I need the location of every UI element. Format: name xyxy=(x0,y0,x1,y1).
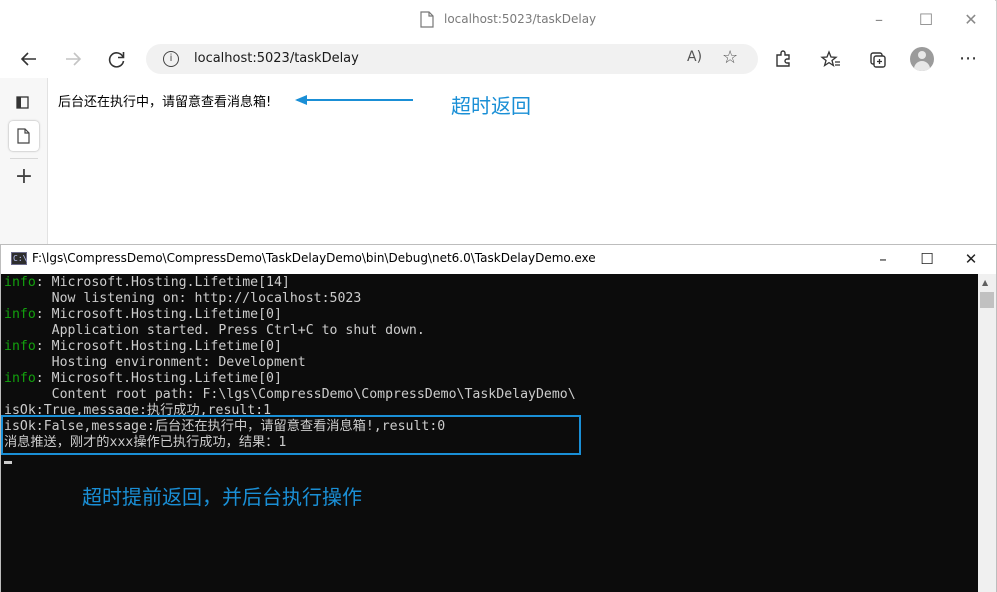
info-icon[interactable]: i xyxy=(163,51,179,67)
console-title: F:\lgs\CompressDemo\CompressDemo\TaskDel… xyxy=(32,251,596,265)
page-tab[interactable] xyxy=(9,121,39,151)
console-line: Now listening on: http://localhost:5023 xyxy=(4,291,362,307)
console-line: info: Microsoft.Hosting.Lifetime[14] xyxy=(4,275,290,291)
add-favorite-icon[interactable]: ☆ xyxy=(722,47,738,68)
page-icon xyxy=(420,11,434,28)
refresh-icon[interactable] xyxy=(102,44,132,74)
close-button[interactable]: ✕ xyxy=(948,6,994,34)
scroll-up-icon[interactable]: ▲ xyxy=(982,278,988,287)
console-line: Application started. Press Ctrl+C to shu… xyxy=(4,323,425,339)
address-url[interactable]: localhost:5023/taskDelay xyxy=(194,51,359,66)
console-line-text: : Microsoft.Hosting.Lifetime[0] xyxy=(35,307,282,322)
response-text: 后台还在执行中，请留意查看消息箱! xyxy=(58,95,272,110)
more-icon[interactable]: ⋯ xyxy=(953,44,983,74)
console-line-text: Now listening on: http://localhost:5023 xyxy=(4,291,362,306)
console-line-text: : Microsoft.Hosting.Lifetime[0] xyxy=(35,371,282,386)
console-line-text: Hosting environment: Development xyxy=(4,355,306,370)
console-minimize-button[interactable]: – xyxy=(860,246,906,272)
console-line: Content root path: F:\lgs\CompressDemo\C… xyxy=(4,387,576,403)
sidebar-divider xyxy=(10,158,38,159)
console-line-text: : Microsoft.Hosting.Lifetime[14] xyxy=(35,275,290,290)
console-app-icon: C:\ xyxy=(11,252,28,265)
console-line: Hosting environment: Development xyxy=(4,355,306,371)
window-title: localhost:5023/taskDelay xyxy=(444,12,597,26)
console-line-text: Application started. Press Ctrl+C to shu… xyxy=(4,323,425,338)
extensions-icon[interactable] xyxy=(768,44,798,74)
log-level-info: info xyxy=(4,275,36,290)
log-level-info: info xyxy=(4,339,36,354)
annotation-top: 超时返回 xyxy=(451,94,531,118)
read-aloud-icon[interactable]: A) xyxy=(687,49,702,65)
highlight-box xyxy=(1,415,581,455)
profile-icon[interactable] xyxy=(910,47,934,71)
tab-actions-icon[interactable] xyxy=(15,94,31,110)
scrollbar-thumb[interactable] xyxy=(980,292,994,308)
forward-icon[interactable] xyxy=(58,44,88,74)
minimize-button[interactable]: – xyxy=(856,6,902,34)
console-line-text: : Microsoft.Hosting.Lifetime[0] xyxy=(35,339,282,354)
console-line: info: Microsoft.Hosting.Lifetime[0] xyxy=(4,371,282,387)
console-close-button[interactable]: ✕ xyxy=(948,246,994,272)
annotation-bottom: 超时提前返回，并后台执行操作 xyxy=(82,485,362,509)
console-cursor xyxy=(4,461,12,464)
console-maximize-button[interactable]: ☐ xyxy=(904,246,950,272)
back-icon[interactable] xyxy=(14,44,44,74)
favorites-icon[interactable] xyxy=(816,44,846,74)
console-scrollbar[interactable] xyxy=(978,274,996,592)
maximize-button[interactable]: ☐ xyxy=(903,6,949,34)
log-level-info: info xyxy=(4,307,36,322)
annotation-arrow xyxy=(295,95,413,105)
log-level-info: info xyxy=(4,371,36,386)
page-tab-icon xyxy=(17,128,30,144)
new-tab-icon[interactable]: + xyxy=(13,164,35,190)
console-line-text: Content root path: F:\lgs\CompressDemo\C… xyxy=(4,387,576,402)
collections-icon[interactable] xyxy=(862,44,892,74)
console-line: info: Microsoft.Hosting.Lifetime[0] xyxy=(4,307,282,323)
console-line: info: Microsoft.Hosting.Lifetime[0] xyxy=(4,339,282,355)
